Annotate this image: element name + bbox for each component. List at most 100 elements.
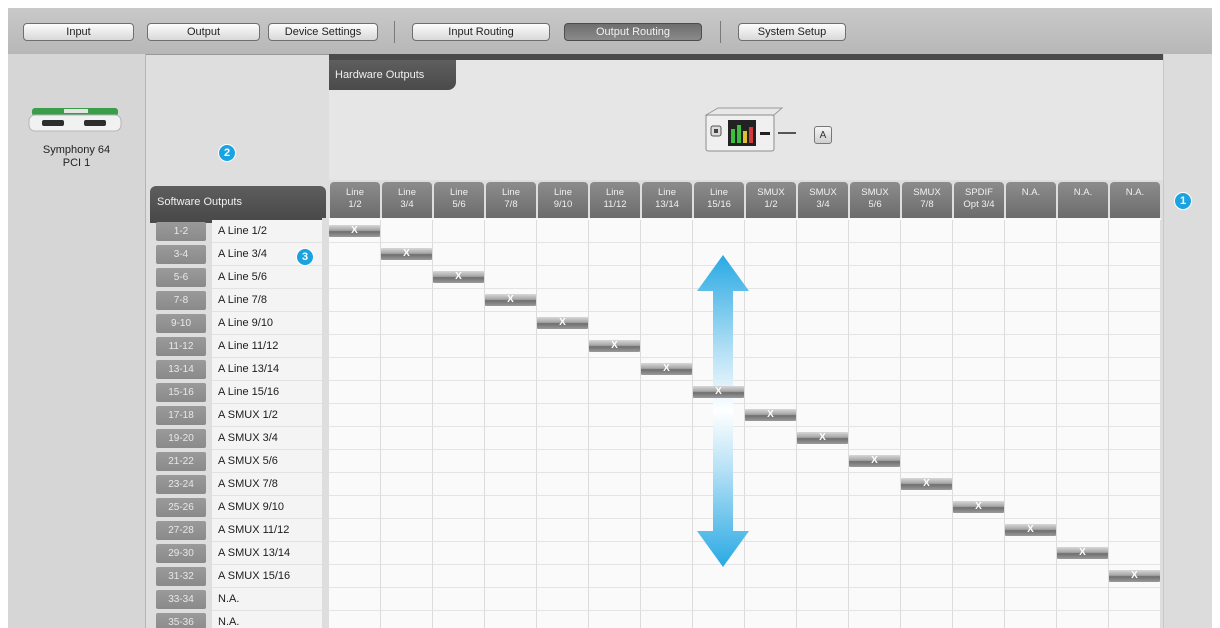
routing-cell[interactable]	[433, 565, 485, 588]
routing-cell[interactable]	[1005, 312, 1057, 335]
routing-cell[interactable]	[381, 450, 433, 473]
routing-cell[interactable]	[641, 312, 693, 335]
routing-cell[interactable]	[433, 473, 485, 496]
routing-cell[interactable]	[1109, 312, 1161, 335]
routing-cell[interactable]	[745, 427, 797, 450]
input-routing-tab-button[interactable]: Input Routing	[412, 23, 550, 41]
routing-cell[interactable]	[433, 358, 485, 381]
routing-cell[interactable]	[901, 381, 953, 404]
routing-cell[interactable]	[537, 289, 589, 312]
routing-cell[interactable]	[1057, 266, 1109, 289]
routing-cell[interactable]	[381, 358, 433, 381]
routing-connection-mark[interactable]: X	[589, 340, 640, 352]
routing-cell[interactable]	[745, 289, 797, 312]
routing-cell[interactable]	[329, 611, 381, 628]
routing-cell[interactable]	[329, 358, 381, 381]
routing-cell[interactable]	[433, 450, 485, 473]
routing-cell[interactable]	[537, 611, 589, 628]
routing-connection-mark[interactable]: X	[485, 294, 536, 306]
routing-cell[interactable]	[1057, 427, 1109, 450]
routing-cell[interactable]	[1005, 335, 1057, 358]
software-output-row[interactable]: 35-36 N.A.	[150, 611, 322, 628]
routing-cell[interactable]	[953, 404, 1005, 427]
routing-cell[interactable]	[797, 404, 849, 427]
routing-connection-mark[interactable]: X	[381, 248, 432, 260]
software-output-row[interactable]: 15-16 A Line 15/16	[150, 381, 322, 404]
routing-cell[interactable]	[381, 473, 433, 496]
routing-cell[interactable]	[589, 381, 641, 404]
routing-cell[interactable]	[953, 565, 1005, 588]
routing-cell[interactable]	[1057, 611, 1109, 628]
routing-cell[interactable]	[1057, 335, 1109, 358]
routing-cell[interactable]	[1109, 358, 1161, 381]
routing-cell[interactable]	[329, 381, 381, 404]
software-output-row[interactable]: 17-18 A SMUX 1/2	[150, 404, 322, 427]
routing-cell[interactable]	[329, 312, 381, 335]
routing-cell[interactable]	[1109, 427, 1161, 450]
hardware-output-column-header[interactable]: N.A.	[1058, 182, 1108, 218]
device-name[interactable]: Symphony 64 PCI 1	[8, 144, 145, 170]
routing-connection-mark[interactable]: X	[537, 317, 588, 329]
routing-cell[interactable]	[1109, 496, 1161, 519]
routing-cell[interactable]	[381, 427, 433, 450]
routing-cell[interactable]	[485, 427, 537, 450]
routing-cell[interactable]	[1057, 473, 1109, 496]
routing-cell[interactable]	[641, 427, 693, 450]
software-output-row[interactable]: 7-8 A Line 7/8	[150, 289, 322, 312]
software-output-row[interactable]: 5-6 A Line 5/6	[150, 266, 322, 289]
routing-cell[interactable]	[641, 266, 693, 289]
routing-cell[interactable]	[381, 220, 433, 243]
routing-cell[interactable]	[589, 611, 641, 628]
routing-cell[interactable]	[329, 519, 381, 542]
routing-cell[interactable]	[381, 519, 433, 542]
routing-cell[interactable]	[1109, 611, 1161, 628]
routing-cell[interactable]	[1109, 450, 1161, 473]
routing-cell[interactable]	[537, 358, 589, 381]
routing-cell[interactable]	[537, 519, 589, 542]
routing-cell[interactable]	[953, 519, 1005, 542]
routing-cell[interactable]	[433, 588, 485, 611]
routing-cell[interactable]	[849, 381, 901, 404]
routing-connection-mark[interactable]: X	[797, 432, 848, 444]
routing-connection-mark[interactable]: X	[953, 501, 1004, 513]
routing-cell[interactable]	[381, 496, 433, 519]
routing-cell[interactable]	[589, 565, 641, 588]
routing-cell[interactable]	[537, 220, 589, 243]
routing-cell[interactable]	[797, 381, 849, 404]
routing-cell[interactable]	[381, 312, 433, 335]
routing-cell[interactable]	[381, 381, 433, 404]
routing-cell[interactable]	[537, 588, 589, 611]
routing-cell[interactable]	[433, 312, 485, 335]
routing-cell[interactable]	[329, 404, 381, 427]
routing-cell[interactable]	[589, 404, 641, 427]
routing-cell[interactable]	[641, 588, 693, 611]
routing-cell[interactable]	[329, 588, 381, 611]
routing-cell[interactable]	[381, 289, 433, 312]
routing-cell[interactable]	[1005, 289, 1057, 312]
routing-cell[interactable]	[745, 588, 797, 611]
routing-cell[interactable]	[901, 312, 953, 335]
routing-cell[interactable]	[485, 243, 537, 266]
routing-cell[interactable]	[329, 565, 381, 588]
routing-cell[interactable]	[849, 542, 901, 565]
routing-cell[interactable]	[901, 220, 953, 243]
routing-cell[interactable]	[953, 427, 1005, 450]
routing-cell[interactable]	[1005, 588, 1057, 611]
routing-cell[interactable]	[1109, 381, 1161, 404]
routing-cell[interactable]	[953, 358, 1005, 381]
routing-cell[interactable]	[537, 496, 589, 519]
routing-cell[interactable]	[901, 404, 953, 427]
routing-cell[interactable]	[1005, 450, 1057, 473]
routing-cell[interactable]	[589, 519, 641, 542]
routing-cell[interactable]	[641, 450, 693, 473]
routing-cell[interactable]	[901, 358, 953, 381]
routing-cell[interactable]	[745, 358, 797, 381]
routing-cell[interactable]	[433, 496, 485, 519]
routing-cell[interactable]	[485, 312, 537, 335]
routing-cell[interactable]	[329, 289, 381, 312]
system-setup-tab-button[interactable]: System Setup	[738, 23, 846, 41]
routing-cell[interactable]	[485, 358, 537, 381]
routing-cell[interactable]	[537, 542, 589, 565]
routing-cell[interactable]	[953, 450, 1005, 473]
hardware-output-column-header[interactable]: SPDIF Opt 3/4	[954, 182, 1004, 218]
